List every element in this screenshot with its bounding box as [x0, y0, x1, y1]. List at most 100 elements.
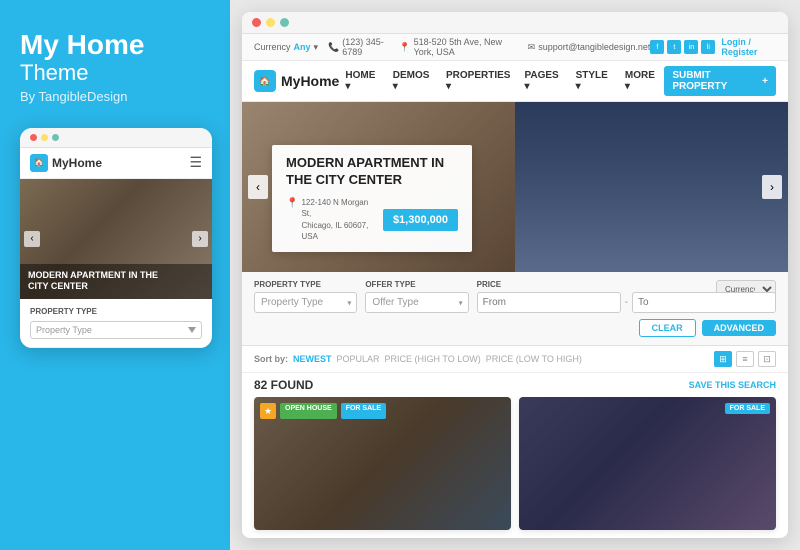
phone-hamburger-icon[interactable]: ☰ [189, 154, 202, 171]
email-text: support@tangibledesign.net [538, 42, 650, 52]
search-row-1: PROPERTY TYPE Property Type ▾ OFFER TYPE… [254, 280, 776, 313]
desktop-nav: 🏠 MyHome HOME ▾ DEMOS ▾ PROPERTIES ▾ PAG… [242, 61, 788, 102]
advanced-button[interactable]: ADVANCED [702, 320, 776, 336]
phone-property-type-select[interactable]: Property Type [30, 321, 202, 339]
phone-dot-red [30, 134, 37, 141]
sort-price-low[interactable]: PRICE (LOW TO HIGH) [486, 354, 582, 364]
app-subtitle: Theme [20, 61, 210, 85]
price-label: PRICE Currency [477, 280, 776, 289]
hero-arrow-left[interactable]: ‹ [248, 175, 268, 199]
desktop-dot-red [252, 18, 261, 27]
phone-dot-yellow [41, 134, 48, 141]
property-type-col: PROPERTY TYPE Property Type ▾ [254, 280, 357, 313]
price-to-input[interactable] [632, 292, 776, 313]
desktop-dot-yellow [266, 18, 275, 27]
phone-hero-title: MODERN APARTMENT IN THECITY CENTER [28, 270, 204, 293]
nav-link-home[interactable]: HOME ▾ [339, 67, 384, 95]
linkedin-icon[interactable]: li [701, 40, 715, 54]
phone-nav-logo: 🏠 MyHome [30, 154, 102, 172]
found-count: 82 FOUND [254, 378, 313, 392]
view-map-btn[interactable]: ⊡ [758, 351, 776, 367]
submit-property-button[interactable]: SUBMIT PROPERTY + [664, 66, 776, 96]
phone-top-bar [20, 128, 212, 148]
price-from-input[interactable] [477, 292, 621, 313]
for-sale-badge-1: FOR SALE [341, 403, 386, 419]
property-type-wrap: Property Type ▾ [254, 292, 357, 313]
open-house-badge: OPEN HOUSE [280, 403, 337, 419]
price-dash: - [625, 297, 628, 308]
offer-type-wrap: Offer Type ▾ [365, 292, 468, 313]
sort-popular[interactable]: POPULAR [337, 354, 380, 364]
for-sale-badge-2: FOR SALE [725, 403, 770, 414]
sort-section: Sort by: NEWEST POPULAR PRICE (HIGH TO L… [254, 354, 582, 364]
nav-link-demos[interactable]: DEMOS ▾ [387, 67, 438, 95]
property-card-2[interactable]: FOR SALE [519, 397, 776, 530]
sort-newest[interactable]: NEWEST [293, 354, 332, 364]
nav-link-properties[interactable]: PROPERTIES ▾ [440, 67, 516, 95]
view-list-btn[interactable]: ≡ [736, 351, 754, 367]
hero-address: 📍 122-140 N Morgan St, Chicago, IL 60607… [286, 197, 375, 242]
address-lines: 122-140 N Morgan St, Chicago, IL 60607, … [301, 197, 374, 242]
desktop-topbar [242, 12, 788, 34]
facebook-icon[interactable]: f [650, 40, 664, 54]
offer-type-col: OFFER TYPE Offer Type ▾ [365, 280, 468, 313]
address-line1: 122-140 N Morgan St, [301, 197, 374, 219]
pin-icon: 📍 [286, 197, 298, 242]
property-type-select[interactable]: Property Type [254, 292, 357, 313]
utility-email: ✉ support@tangibledesign.net [528, 42, 651, 53]
hero-card-bottom: 📍 122-140 N Morgan St, Chicago, IL 60607… [286, 197, 458, 242]
utility-currency: Currency Any ▾ [254, 42, 318, 53]
phone-logo-icon: 🏠 [30, 154, 48, 172]
phone-arrow-left[interactable]: ‹ [24, 231, 40, 247]
hero-arrow-right[interactable]: › [762, 175, 782, 199]
nav-links: HOME ▾ DEMOS ▾ PROPERTIES ▾ PAGES ▾ STYL… [339, 67, 664, 95]
nav-link-style[interactable]: STYLE ▾ [570, 67, 617, 95]
currency-label: Currency [254, 42, 291, 52]
login-register-link[interactable]: Login / Register [721, 37, 776, 57]
utility-left: Currency Any ▾ 📞 (123) 345-6789 📍 518-52… [254, 37, 650, 57]
hero-property-title: MODERN APARTMENT IN THE CITY CENTER [286, 155, 458, 189]
hero-property-card: MODERN APARTMENT IN THE CITY CENTER 📍 12… [272, 145, 472, 252]
hero-price: $1,300,000 [383, 209, 458, 231]
phone-search-label: PROPERTY TYPE [30, 307, 202, 316]
property-type-label: PROPERTY TYPE [254, 280, 357, 289]
clear-button[interactable]: CLEAR [639, 319, 696, 337]
desktop-search-bar: PROPERTY TYPE Property Type ▾ OFFER TYPE… [242, 272, 788, 346]
offer-type-select[interactable]: Offer Type [365, 292, 468, 313]
phone-nav: 🏠 MyHome ☰ [20, 148, 212, 179]
right-panel: Currency Any ▾ 📞 (123) 345-6789 📍 518-52… [230, 0, 800, 550]
property-card-1[interactable]: ★ OPEN HOUSE FOR SALE [254, 397, 511, 530]
sort-by-label: Sort by: [254, 354, 288, 364]
star-badge: ★ [260, 403, 276, 419]
view-section: ⊞ ≡ ⊡ [714, 351, 776, 367]
phone-logo-text: MyHome [52, 156, 102, 170]
price-range-row: - [477, 292, 716, 313]
utility-phone: 📞 (123) 345-6789 [328, 37, 389, 57]
utility-social: f t in li [650, 40, 715, 54]
phone-dot-green [52, 134, 59, 141]
save-this-search[interactable]: SAVE THIS SEARCH [689, 380, 776, 390]
phone-number: (123) 345-6789 [342, 37, 389, 57]
search-row-2: CLEAR ADVANCED [254, 319, 776, 337]
view-grid-btn[interactable]: ⊞ [714, 351, 732, 367]
submit-property-label: SUBMIT PROPERTY [672, 70, 759, 92]
address-line2: Chicago, IL 60607, USA [301, 220, 374, 242]
offer-type-label: OFFER TYPE [365, 280, 468, 289]
phone-arrow-right[interactable]: › [192, 231, 208, 247]
found-row: 82 FOUND SAVE THIS SEARCH [242, 373, 788, 397]
twitter-icon[interactable]: t [667, 40, 681, 54]
desktop-mockup: Currency Any ▾ 📞 (123) 345-6789 📍 518-52… [242, 12, 788, 538]
submit-plus-icon: + [762, 76, 768, 87]
by-line: By TangibleDesign [20, 89, 210, 104]
sort-price-high[interactable]: PRICE (HIGH TO LOW) [385, 354, 481, 364]
nav-logo: 🏠 MyHome [254, 70, 339, 92]
desktop-utility-bar: Currency Any ▾ 📞 (123) 345-6789 📍 518-52… [242, 34, 788, 61]
nav-link-more[interactable]: MORE ▾ [619, 67, 664, 95]
instagram-icon[interactable]: in [684, 40, 698, 54]
address-text: 518-520 5th Ave, New York, USA [414, 37, 518, 57]
hero-right-image [515, 102, 788, 272]
nav-link-pages[interactable]: PAGES ▾ [518, 67, 567, 95]
nav-logo-text: MyHome [281, 73, 339, 89]
phone-hero: ‹ › MODERN APARTMENT IN THECITY CENTER [20, 179, 212, 299]
utility-right: f t in li Login / Register [650, 37, 776, 57]
